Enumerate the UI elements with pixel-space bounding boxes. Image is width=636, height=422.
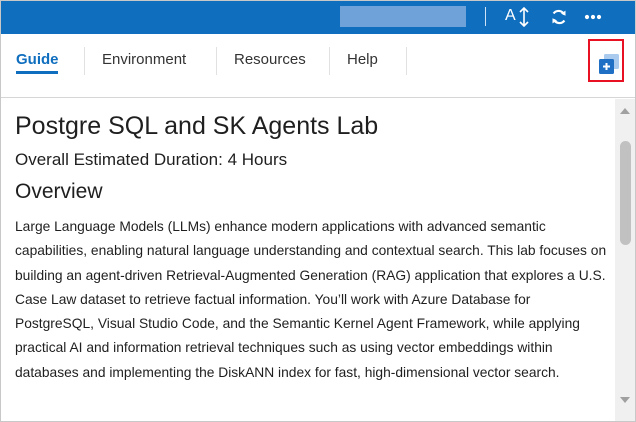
- overview-heading: Overview: [15, 180, 103, 203]
- tab-resources[interactable]: Resources: [234, 51, 306, 68]
- overview-paragraph: Large Language Models (LLMs) enhance mod…: [15, 219, 607, 380]
- font-size-button[interactable]: A: [501, 5, 535, 29]
- tab-environment[interactable]: Environment: [102, 51, 186, 68]
- tab-separator: [84, 47, 85, 75]
- refresh-button[interactable]: [549, 7, 569, 27]
- lab-guide-panel: A Guide Environment Resources Help Postg…: [0, 0, 636, 422]
- guide-content: Postgre SQL and SK Agents Lab Overall Es…: [1, 99, 615, 421]
- active-tab-indicator: [16, 71, 58, 74]
- estimated-duration: Overall Estimated Duration: 4 Hours: [15, 150, 288, 169]
- tab-help[interactable]: Help: [347, 51, 378, 68]
- tab-guide[interactable]: Guide: [16, 51, 59, 68]
- scroll-down-arrow-icon[interactable]: [620, 397, 630, 403]
- top-toolbar: A: [1, 1, 635, 34]
- redacted-user-info: [340, 6, 466, 27]
- split-window-button[interactable]: [598, 53, 620, 75]
- tab-separator: [216, 47, 217, 75]
- refresh-icon: [552, 9, 566, 25]
- more-dots-icon: [584, 14, 602, 20]
- scrollbar-thumb[interactable]: [620, 141, 631, 245]
- more-options-button[interactable]: [583, 7, 603, 27]
- tab-separator: [406, 47, 407, 75]
- page-title: Postgre SQL and SK Agents Lab: [15, 112, 379, 140]
- tab-separator: [329, 47, 330, 75]
- toolbar-divider: [485, 7, 486, 26]
- vertical-resize-arrows-icon: [519, 6, 529, 28]
- font-size-letter: A: [505, 7, 516, 24]
- scroll-up-arrow-icon[interactable]: [620, 108, 630, 114]
- split-window-icon: [599, 54, 619, 74]
- tab-bar: Guide Environment Resources Help: [1, 34, 635, 98]
- vertical-scrollbar[interactable]: [615, 99, 635, 421]
